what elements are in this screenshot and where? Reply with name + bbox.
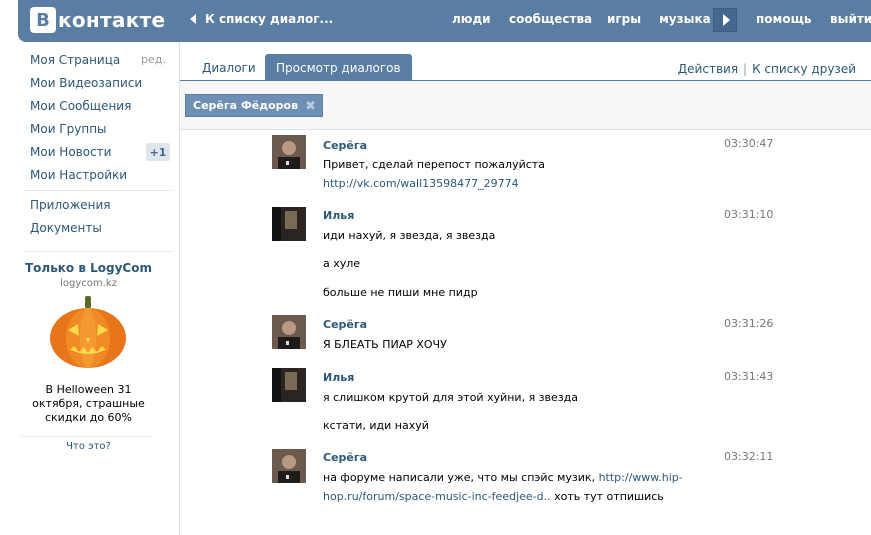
top-nav: люди сообщества игры музыка помощь выйти	[0, 12, 871, 30]
message-text: Я БЛЕАТЬ ПИАР ХОЧУ	[323, 338, 447, 351]
message-author[interactable]: Илья	[323, 209, 354, 222]
message-text: иди нахуй, я звезда, я звезда	[323, 229, 496, 242]
avatar-image	[272, 315, 306, 349]
user-filter-chip-label: Серёга Фёдоров	[193, 99, 299, 112]
message-time[interactable]: 03:31:43	[724, 370, 773, 383]
message-author[interactable]: Серёга	[323, 139, 367, 152]
filter-bar: Серёга Фёдоров ✖	[180, 81, 871, 130]
message-text: на форуме написали уже, что мы спэйс муз…	[323, 471, 599, 484]
tab-view-dialogs[interactable]: Просмотр диалогов	[265, 54, 412, 81]
message-text: я слишком крутой для этой хуйни, я звезд…	[323, 391, 578, 404]
tabs-bar: Диалоги Просмотр диалогов Действия | К спи…	[180, 54, 871, 81]
message-author[interactable]: Серёга	[323, 318, 367, 331]
message-time[interactable]: 03:30:47	[724, 137, 773, 150]
tabs-actions: Действия | К списку друзей	[678, 62, 856, 76]
news-count-badge[interactable]: +1	[146, 143, 170, 161]
message-time[interactable]: 03:32:11	[724, 450, 773, 463]
message-text: Привет, сделай перепост пожалуйста	[323, 158, 545, 171]
nav-people[interactable]: люди	[452, 12, 491, 26]
avatar-image	[272, 207, 306, 241]
message-text: хоть тут отпишись	[550, 490, 664, 503]
avatar[interactable]	[272, 449, 306, 483]
actions-link[interactable]: Действия	[678, 62, 738, 76]
avatar[interactable]	[272, 135, 306, 169]
message-text: а хуле	[323, 257, 361, 270]
sidebar-divider	[24, 190, 172, 191]
sidebar-item-messages[interactable]: Мои Сообщения	[30, 99, 131, 113]
sidebar-item-settings[interactable]: Мои Настройки	[30, 168, 127, 182]
music-play-button[interactable]	[713, 8, 737, 32]
pumpkin-image[interactable]	[48, 294, 128, 370]
close-icon[interactable]: ✖	[305, 99, 316, 114]
actions-divider: |	[743, 62, 748, 76]
avatar-image	[272, 449, 306, 483]
avatar-image	[272, 368, 306, 402]
message-time[interactable]: 03:31:10	[724, 208, 773, 221]
ad-title[interactable]: Только в LogyCom	[22, 261, 155, 275]
message-author[interactable]: Илья	[323, 371, 354, 384]
sidebar-item-my-page[interactable]: Моя Страница	[30, 53, 120, 67]
message-text-line: на форуме написали уже, что мы спэйс муз…	[323, 471, 683, 484]
nav-games[interactable]: игры	[607, 12, 641, 26]
message-link[interactable]: hop.ru/forum/space-music-inc-feedjee-d..	[323, 490, 551, 503]
edit-link[interactable]: ред.	[141, 53, 166, 66]
sidebar-item-apps[interactable]: Приложения	[30, 198, 111, 212]
message-time[interactable]: 03:31:26	[724, 317, 773, 330]
avatar-image	[272, 135, 306, 169]
message-author[interactable]: Серёга	[323, 451, 367, 464]
pumpkin-stem	[85, 296, 91, 308]
user-filter-chip[interactable]: Серёга Фёдоров ✖	[185, 94, 324, 117]
sidebar-item-videos[interactable]: Мои Видеозаписи	[30, 76, 142, 90]
ad-divider	[22, 436, 152, 437]
nav-help[interactable]: помощь	[756, 12, 811, 26]
nav-communities[interactable]: сообщества	[509, 12, 592, 26]
ad-domain: logycom.kz	[60, 278, 117, 289]
avatar[interactable]	[272, 368, 306, 402]
message-link[interactable]: http://www.hip-	[599, 471, 683, 484]
message-text: кстати, иди нахуй	[323, 419, 429, 432]
message-text: больше не пиши мне пидр	[323, 286, 478, 299]
ad-text: В Helloween 31 октября, страшные скидки …	[32, 383, 145, 424]
message-text-line: hop.ru/forum/space-music-inc-feedjee-d..…	[323, 490, 664, 503]
avatar[interactable]	[272, 315, 306, 349]
sidebar-item-news[interactable]: Мои Новости	[30, 145, 111, 159]
sidebar-item-documents[interactable]: Документы	[30, 221, 102, 235]
header: В контакте К списку диалог... люди сообщ…	[0, 0, 871, 42]
message-history: Серёга 03:30:47 Привет, сделай перепост …	[180, 131, 871, 535]
friends-list-link[interactable]: К списку друзей	[752, 62, 856, 76]
message-link[interactable]: http://vk.com/wall13598477_29774	[323, 177, 519, 190]
sidebar-item-groups[interactable]: Мои Группы	[30, 122, 107, 136]
play-icon	[722, 14, 730, 26]
nav-music[interactable]: музыка	[659, 12, 711, 26]
ad-what-link[interactable]: Что это?	[22, 441, 155, 452]
nav-logout[interactable]: выйти	[830, 12, 871, 26]
avatar[interactable]	[272, 207, 306, 241]
sidebar-divider	[24, 251, 172, 252]
tab-dialogs[interactable]: Диалоги	[191, 54, 267, 81]
